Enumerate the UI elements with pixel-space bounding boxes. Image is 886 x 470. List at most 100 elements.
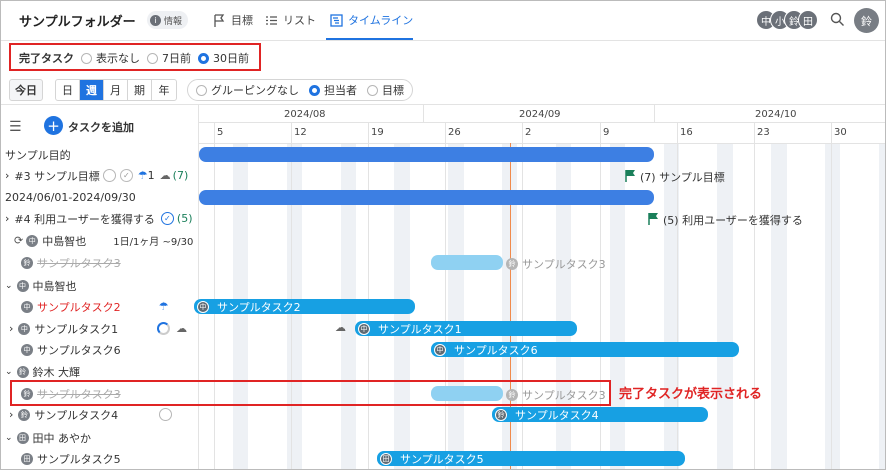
week-label: 30 [834, 127, 847, 138]
tab-list[interactable]: リスト [265, 11, 316, 29]
completed-option-7days[interactable]: 7日前 [147, 50, 191, 66]
avatar: 田 [380, 452, 392, 465]
tab-list-label: リスト [283, 14, 316, 27]
chevron-right-icon[interactable]: › [5, 212, 9, 225]
list-item[interactable]: › 中 サンプルタスク1 ☁ [1, 318, 199, 340]
week-label: 19 [371, 127, 384, 138]
avatar: 中 [434, 343, 446, 356]
completed-option-30days[interactable]: 30日前 [198, 50, 249, 66]
row-label: 2024/06/01-2024/09/30 [5, 191, 136, 205]
option-label: 担当者 [324, 84, 357, 97]
radio-icon [147, 52, 158, 64]
grouping-none[interactable]: グルーピングなし [196, 82, 299, 98]
tab-timeline-label: タイムライン [348, 14, 414, 27]
task-bar-label: 鈴サンプルタスク3 [506, 256, 606, 272]
row-label: サンプルタスク1 [34, 322, 119, 336]
row-label: サンプルタスク4 [34, 408, 119, 422]
header-divider [199, 122, 885, 123]
chevron-right-icon[interactable]: › [9, 408, 13, 421]
group-header[interactable]: ⌄ 中 中島智也 [1, 275, 199, 297]
list-item[interactable]: サンプル目的 [1, 144, 199, 166]
avatar: 中 [358, 322, 370, 335]
active-tab-indicator [326, 38, 413, 40]
cloud-icon: ☁ [176, 322, 188, 336]
info-button[interactable]: i 情報 [147, 11, 189, 29]
grouping-goal[interactable]: 目標 [367, 82, 404, 98]
add-task-icon[interactable]: + [44, 116, 63, 135]
tab-goals[interactable]: 目標 [213, 11, 253, 29]
week-label: 16 [680, 127, 693, 138]
scale-month[interactable]: 月 [104, 80, 128, 100]
task-bar[interactable]: 中サンプルタスク1 [355, 321, 577, 336]
cloud-icon: ☁ [159, 169, 171, 183]
list-item[interactable]: 中 サンプルタスク2 ☂ [1, 296, 199, 318]
repeat-icon: ⟳ [14, 234, 24, 248]
menu-icon[interactable]: ☰ [9, 119, 22, 135]
group-header[interactable]: ⌄ 田 田中 あやか [1, 427, 199, 449]
month-divider [654, 105, 655, 123]
avatar: 中 [18, 322, 31, 335]
user-avatar[interactable]: 鈴 [854, 8, 879, 33]
list-item: 2024/06/01-2024/09/30 [1, 187, 199, 209]
avatar: 中 [197, 300, 209, 313]
member-avatar[interactable]: 田 [798, 10, 818, 30]
goal-count: (7) [172, 169, 189, 183]
check-icon: ✓ [119, 169, 133, 183]
list-item[interactable]: › #4 利用ユーザーを獲得する ✓ (5) [1, 208, 199, 230]
list-item[interactable]: › #3 サンプル目標 ✓ ☂ 1 ☁ (7) [1, 165, 199, 187]
list-item[interactable]: › 鈴 サンプルタスク4 [1, 404, 199, 426]
radio-selected-icon [198, 52, 209, 64]
weekend-column [778, 143, 787, 469]
list-item[interactable]: 鈴 サンプルタスク3 [1, 252, 199, 274]
completed-option-none[interactable]: 表示なし [81, 50, 140, 66]
chevron-down-icon[interactable]: ⌄ [5, 281, 13, 291]
tab-timeline[interactable]: タイムライン [330, 11, 413, 29]
scale-year[interactable]: 年 [152, 80, 176, 100]
chevron-down-icon[interactable]: ⌄ [5, 433, 13, 443]
week-label: 12 [294, 127, 307, 138]
week-gridline [214, 123, 215, 469]
goal-bar[interactable] [199, 147, 654, 162]
info-label: 情報 [164, 16, 183, 27]
schedule-text: 1日/1ヶ月 ~9/30 [113, 237, 194, 249]
task-bar-completed[interactable] [431, 255, 503, 270]
search-icon[interactable] [830, 12, 845, 27]
list-item[interactable]: 田 サンプルタスク5 [1, 448, 199, 469]
weekend-column [717, 143, 726, 469]
bar-text: サンプルタスク6 [454, 343, 538, 357]
add-task-button[interactable]: タスクを追加 [68, 119, 134, 135]
radio-icon [81, 52, 92, 64]
completed-task-highlight [10, 380, 611, 406]
chevron-down-icon[interactable]: ⌄ [5, 367, 13, 377]
list-item[interactable]: 中 サンプルタスク6 [1, 339, 199, 361]
scale-quarter[interactable]: 期 [128, 80, 152, 100]
bar-text: サンプルタスク2 [217, 300, 301, 314]
grouping-assignee[interactable]: 担当者 [309, 82, 357, 98]
weekend-column [832, 143, 841, 469]
scale-day[interactable]: 日 [56, 80, 80, 100]
week-gridline [368, 123, 369, 469]
week-label: 23 [757, 127, 770, 138]
scale-week[interactable]: 週 [80, 80, 104, 100]
avatar: 鈴 [495, 408, 507, 421]
row-label: 鈴木 大輝 [32, 365, 81, 379]
avatar: 鈴 [16, 365, 29, 378]
goal-bar[interactable] [199, 190, 654, 205]
radio-icon [196, 84, 207, 96]
tab-goals-label: 目標 [231, 14, 253, 27]
chevron-right-icon[interactable]: › [5, 169, 9, 182]
today-button[interactable]: 今日 [9, 79, 43, 101]
task-bar[interactable]: 鈴サンプルタスク4 [492, 407, 708, 422]
avatar: 鈴 [21, 256, 33, 269]
chevron-right-icon[interactable]: › [9, 322, 13, 335]
avatar: 中 [16, 279, 29, 292]
task-bar[interactable]: 中サンプルタスク6 [431, 342, 739, 357]
list-item[interactable]: ⟳ 中 中島智也 1日/1ヶ月 ~9/30 [1, 230, 199, 252]
week-gridline [445, 123, 446, 469]
avatar: 田 [16, 431, 29, 444]
grouping-selector: グルーピングなし 担当者 目標 [187, 79, 413, 101]
progress-icon [159, 408, 173, 422]
header-divider [199, 143, 885, 144]
task-bar[interactable]: 中サンプルタスク2 [194, 299, 415, 314]
task-bar[interactable]: 田サンプルタスク5 [377, 451, 685, 466]
